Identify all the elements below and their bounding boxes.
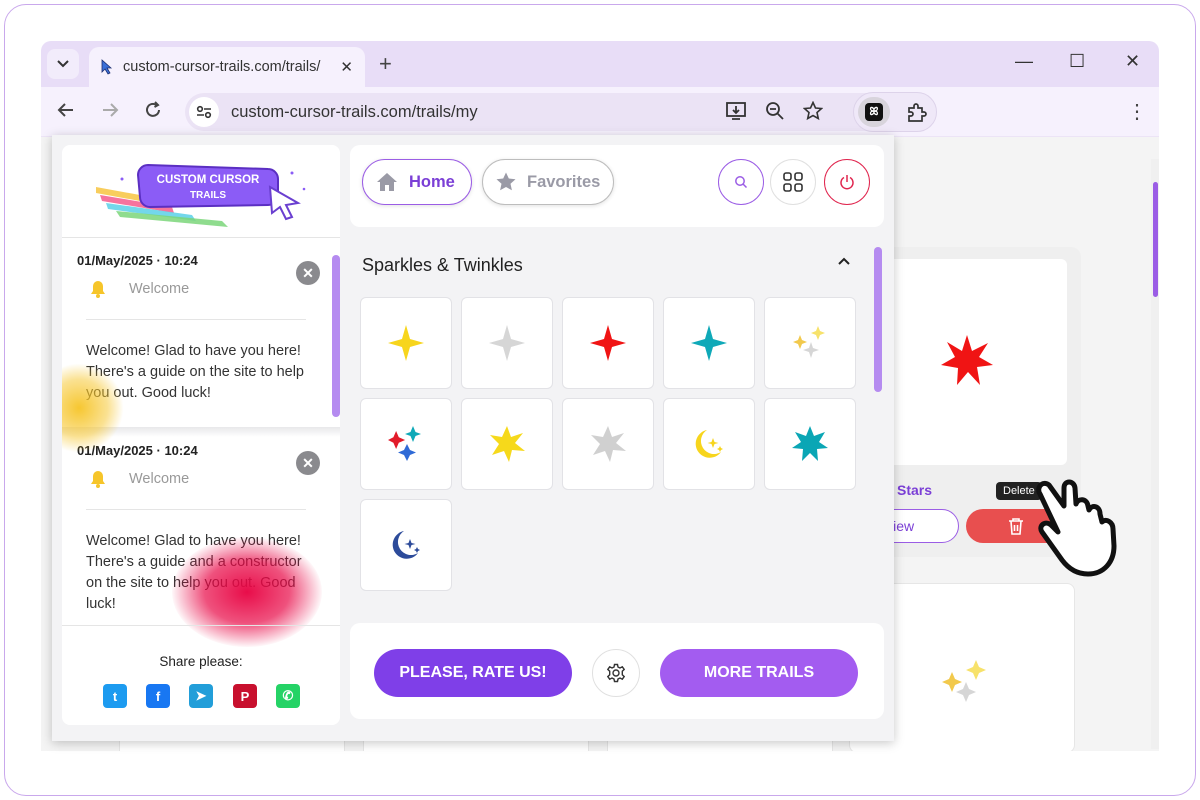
cursor-option-yellow-sparkle[interactable]: [360, 297, 452, 389]
notifications-panel: CUSTOM CURSOR TRAILS 01/May/2025 · 10:24…: [62, 145, 340, 725]
tab-title: custom-cursor-trails.com/trails/: [123, 59, 321, 75]
popup-actions: PLEASE, RATE US! MORE TRAILS: [350, 623, 884, 719]
cursor-option-red-sparkle[interactable]: [562, 297, 654, 389]
more-trails-button[interactable]: MORE TRAILS: [660, 649, 858, 697]
bell-icon: [91, 471, 105, 488]
section-title: Sparkles & Twinkles: [362, 255, 523, 275]
cursor-extension-button[interactable]: ꕤ: [858, 97, 890, 127]
telegram-icon[interactable]: ➤: [189, 684, 213, 708]
sparkle-icon: [388, 325, 424, 361]
notification-separator: [86, 319, 306, 320]
home-button[interactable]: Home: [362, 159, 472, 205]
share-title: Share please:: [159, 654, 243, 669]
logo-line1: CUSTOM CURSOR: [157, 174, 260, 186]
favorites-label: Favorites: [527, 172, 601, 191]
moon-stars-icon: [695, 430, 723, 458]
logo-line2: TRAILS: [190, 190, 226, 201]
notification-separator: [86, 509, 306, 510]
cursor-option-colorful-sparkles[interactable]: [360, 398, 452, 490]
maximize-button[interactable]: ☐: [1069, 51, 1085, 72]
chevron-up-icon[interactable]: [836, 253, 852, 269]
extension-popup: CUSTOM CURSOR TRAILS 01/May/2025 · 10:24…: [52, 135, 894, 741]
search-icon: [735, 176, 748, 189]
tab-active[interactable]: custom-cursor-trails.com/trails/ ✕: [89, 47, 365, 87]
reload-icon[interactable]: [144, 101, 162, 119]
red-star-icon: [941, 335, 993, 385]
cursor-grid-scrollbar[interactable]: [874, 247, 882, 392]
favorites-button[interactable]: Favorites: [482, 159, 614, 205]
colorful-sparkles-icon: [388, 426, 421, 461]
grid-view-button[interactable]: [770, 159, 816, 205]
facebook-icon[interactable]: f: [146, 684, 170, 708]
address-bar[interactable]: custom-cursor-trails.com/trails/my: [185, 93, 885, 131]
star-icon: [496, 172, 516, 191]
site-settings-icon[interactable]: [189, 97, 219, 127]
tab-close-icon[interactable]: ✕: [340, 58, 353, 76]
gear-icon: [606, 663, 626, 683]
power-icon: [840, 175, 854, 190]
forward-icon[interactable]: [101, 101, 119, 119]
extension-icon: ꕤ: [865, 103, 883, 121]
back-icon[interactable]: [57, 101, 75, 119]
star-burst-icon: [792, 426, 828, 461]
multi-sparkle-icon: [793, 326, 825, 358]
cursor-favicon-icon: [101, 59, 113, 75]
minimize-button[interactable]: —: [1015, 51, 1033, 72]
cursor-option-moon-stars-yellow[interactable]: [663, 398, 755, 490]
home-icon: [377, 173, 397, 191]
tab-search-button[interactable]: [47, 49, 79, 79]
sparkle-icon: [590, 325, 626, 361]
sparkle-icon: [691, 325, 727, 361]
cursor-option-teal-sparkle[interactable]: [663, 297, 755, 389]
cursor-section: Sparkles & Twinkles: [350, 237, 884, 597]
notifications-scrollbar[interactable]: [332, 255, 340, 417]
card-title: Stars: [897, 482, 933, 498]
page-scrollbar-thumb[interactable]: [1153, 182, 1158, 297]
popup-nav: Home Favorites: [350, 145, 884, 227]
star-burst-icon: [490, 426, 525, 462]
twitter-icon[interactable]: t: [103, 684, 127, 708]
notification-close-button[interactable]: ✕: [296, 451, 320, 475]
notification-title: Welcome: [129, 471, 190, 487]
close-window-button[interactable]: ✕: [1125, 51, 1140, 72]
star-burst-icon: [591, 426, 626, 462]
moon-stars-icon: [392, 531, 420, 559]
install-icon[interactable]: [725, 101, 747, 121]
browser-toolbar: custom-cursor-trails.com/trails/my ꕤ ⋮: [41, 87, 1159, 137]
settings-button[interactable]: [592, 649, 640, 697]
address-url: custom-cursor-trails.com/trails/my: [231, 102, 478, 121]
multi-sparkle-icon: [942, 660, 986, 702]
grid-icon: [783, 172, 803, 192]
notification-date: 01/May/2025 · 10:24: [77, 253, 198, 268]
whatsapp-icon[interactable]: ✆: [276, 684, 300, 708]
notification-close-button[interactable]: ✕: [296, 261, 320, 285]
dropdown-icon: [57, 60, 69, 68]
home-label: Home: [409, 172, 455, 191]
card-preview: [871, 259, 1067, 465]
extensions-area: ꕤ: [853, 92, 937, 132]
tab-bar: custom-cursor-trails.com/trails/ ✕ + — ☐…: [41, 41, 1159, 87]
custom-cursor-trails-logo: CUSTOM CURSOR TRAILS: [96, 163, 306, 227]
browser-menu-icon[interactable]: ⋮: [1127, 99, 1147, 124]
sparkle-icon: [489, 325, 525, 361]
cursor-option-gray-star[interactable]: [562, 398, 654, 490]
zoom-icon[interactable]: [765, 101, 785, 121]
search-button[interactable]: [718, 159, 764, 205]
rate-us-button[interactable]: PLEASE, RATE US!: [374, 649, 572, 697]
puzzle-icon[interactable]: [906, 102, 928, 124]
pinterest-icon[interactable]: P: [233, 684, 257, 708]
hand-cursor-icon: [1036, 479, 1117, 577]
cursor-option-multi-sparkle[interactable]: [764, 297, 856, 389]
share-section: Share please: t f ➤ P ✆: [62, 625, 340, 725]
cursor-option-yellow-star[interactable]: [461, 398, 553, 490]
new-tab-button[interactable]: +: [379, 51, 392, 77]
bookmark-star-icon[interactable]: [803, 101, 823, 121]
power-button[interactable]: [824, 159, 870, 205]
bell-icon: [91, 281, 105, 298]
cursor-option-teal-star[interactable]: [764, 398, 856, 490]
cursor-option-moon-stars-blue[interactable]: [360, 499, 452, 591]
cursor-option-gray-sparkle[interactable]: [461, 297, 553, 389]
notification-title: Welcome: [129, 281, 190, 297]
